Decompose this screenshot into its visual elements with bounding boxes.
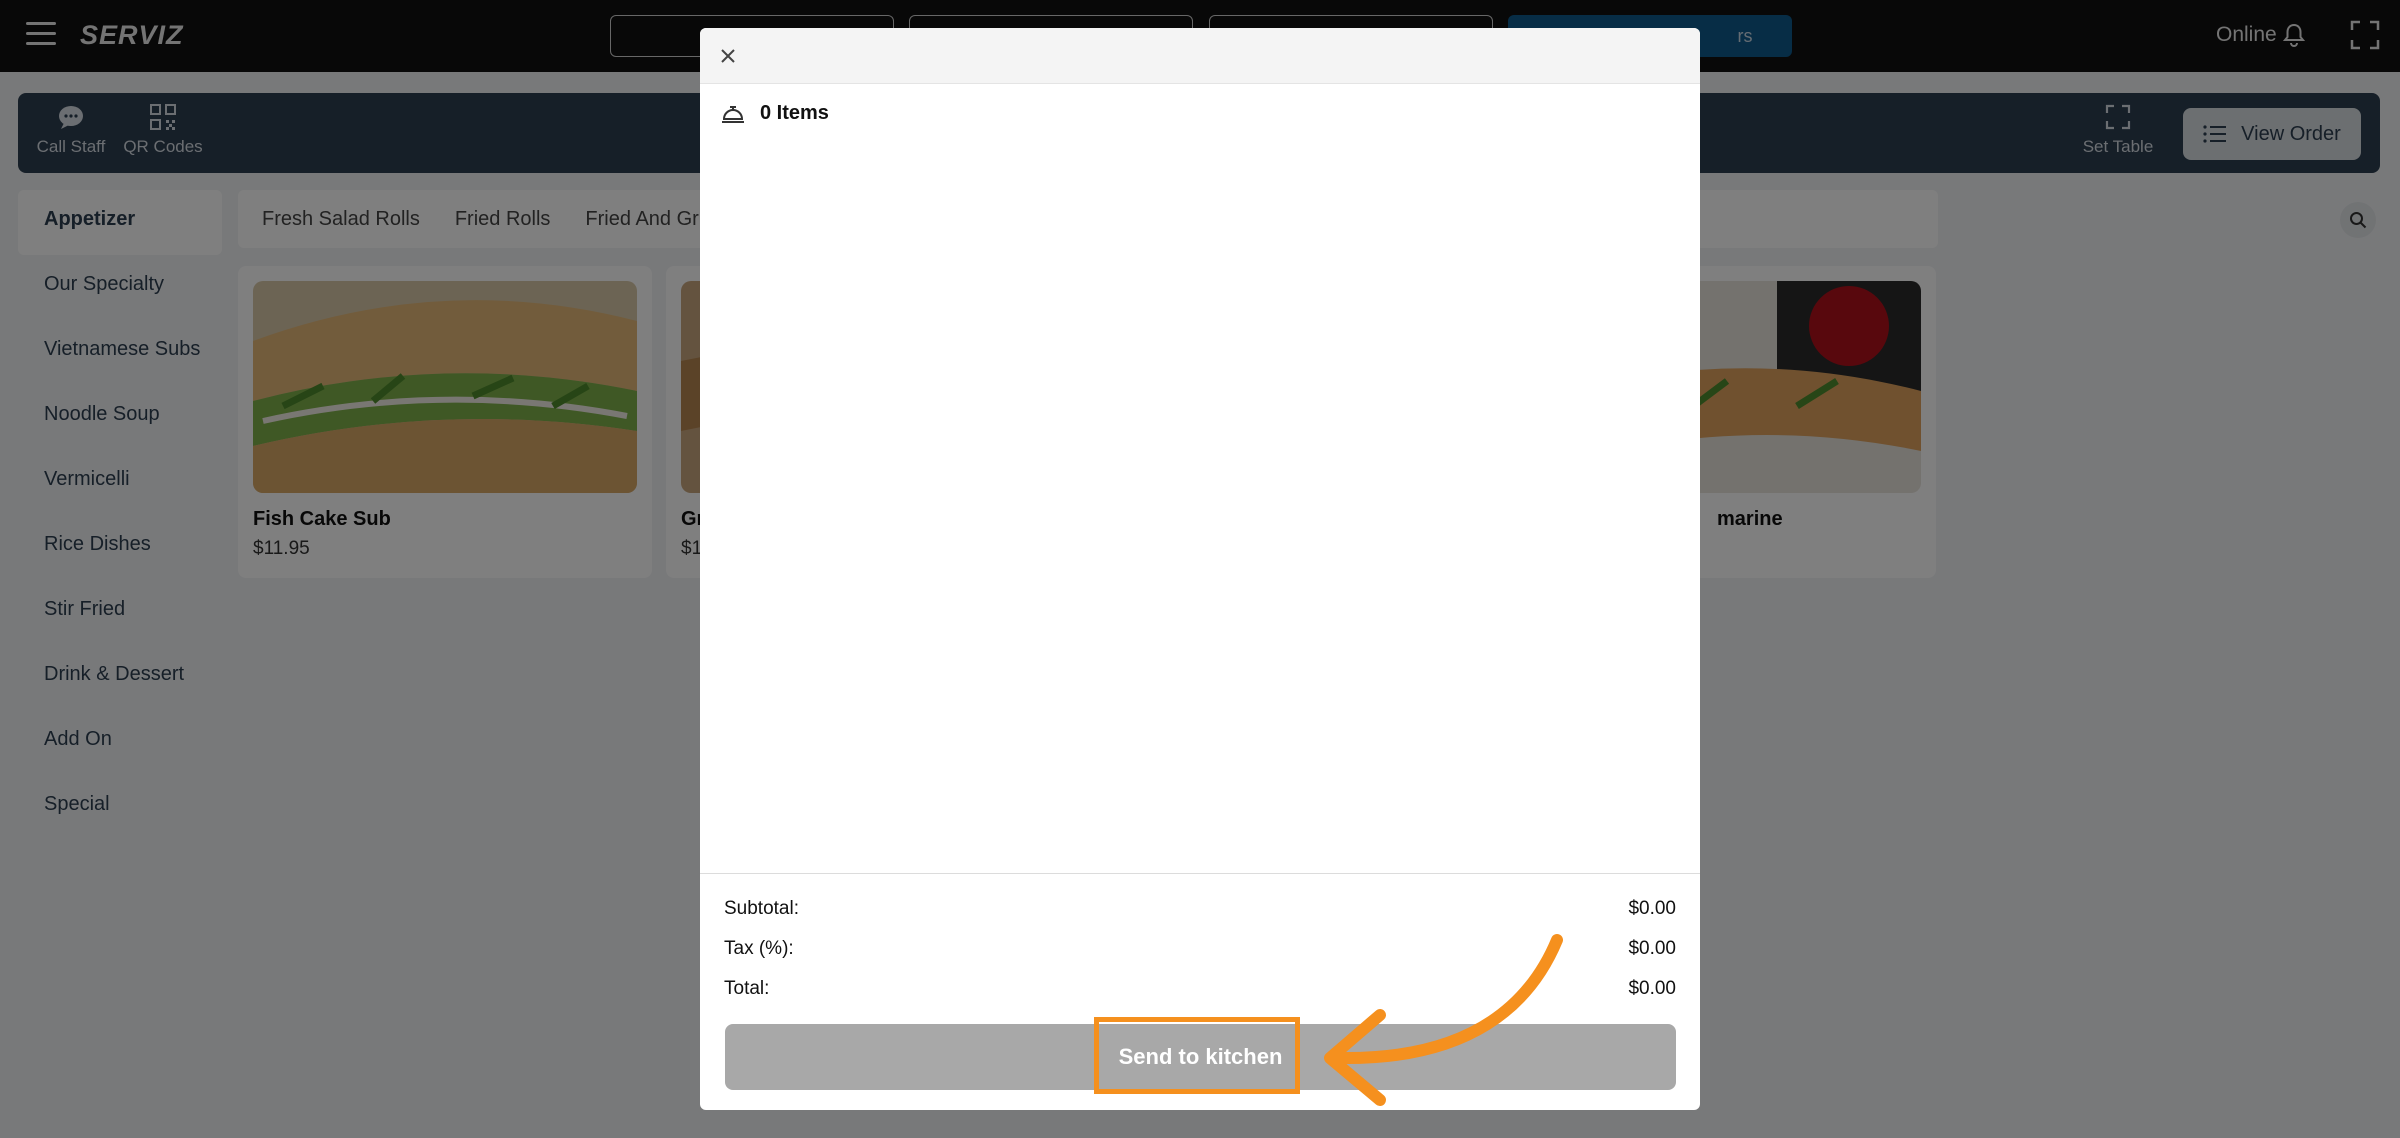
tax-value: $0.00 xyxy=(1628,938,1676,959)
subtotal-label: Subtotal: xyxy=(724,898,799,919)
cart-items-header: 0 Items xyxy=(720,102,829,125)
total-value: $0.00 xyxy=(1628,978,1676,999)
subtotal-row: Subtotal: $0.00 xyxy=(724,898,1676,920)
modal-header xyxy=(700,28,1700,84)
total-label: Total: xyxy=(724,978,770,999)
subtotal-value: $0.00 xyxy=(1628,898,1676,919)
service-bell-icon xyxy=(722,105,744,123)
items-count: 0 Items xyxy=(760,102,829,124)
annotation-arrow-icon xyxy=(1324,934,1563,1106)
order-totals xyxy=(700,873,1700,874)
close-icon[interactable] xyxy=(716,44,740,68)
tax-label: Tax (%): xyxy=(724,938,794,959)
highlight-box xyxy=(1094,1017,1300,1094)
